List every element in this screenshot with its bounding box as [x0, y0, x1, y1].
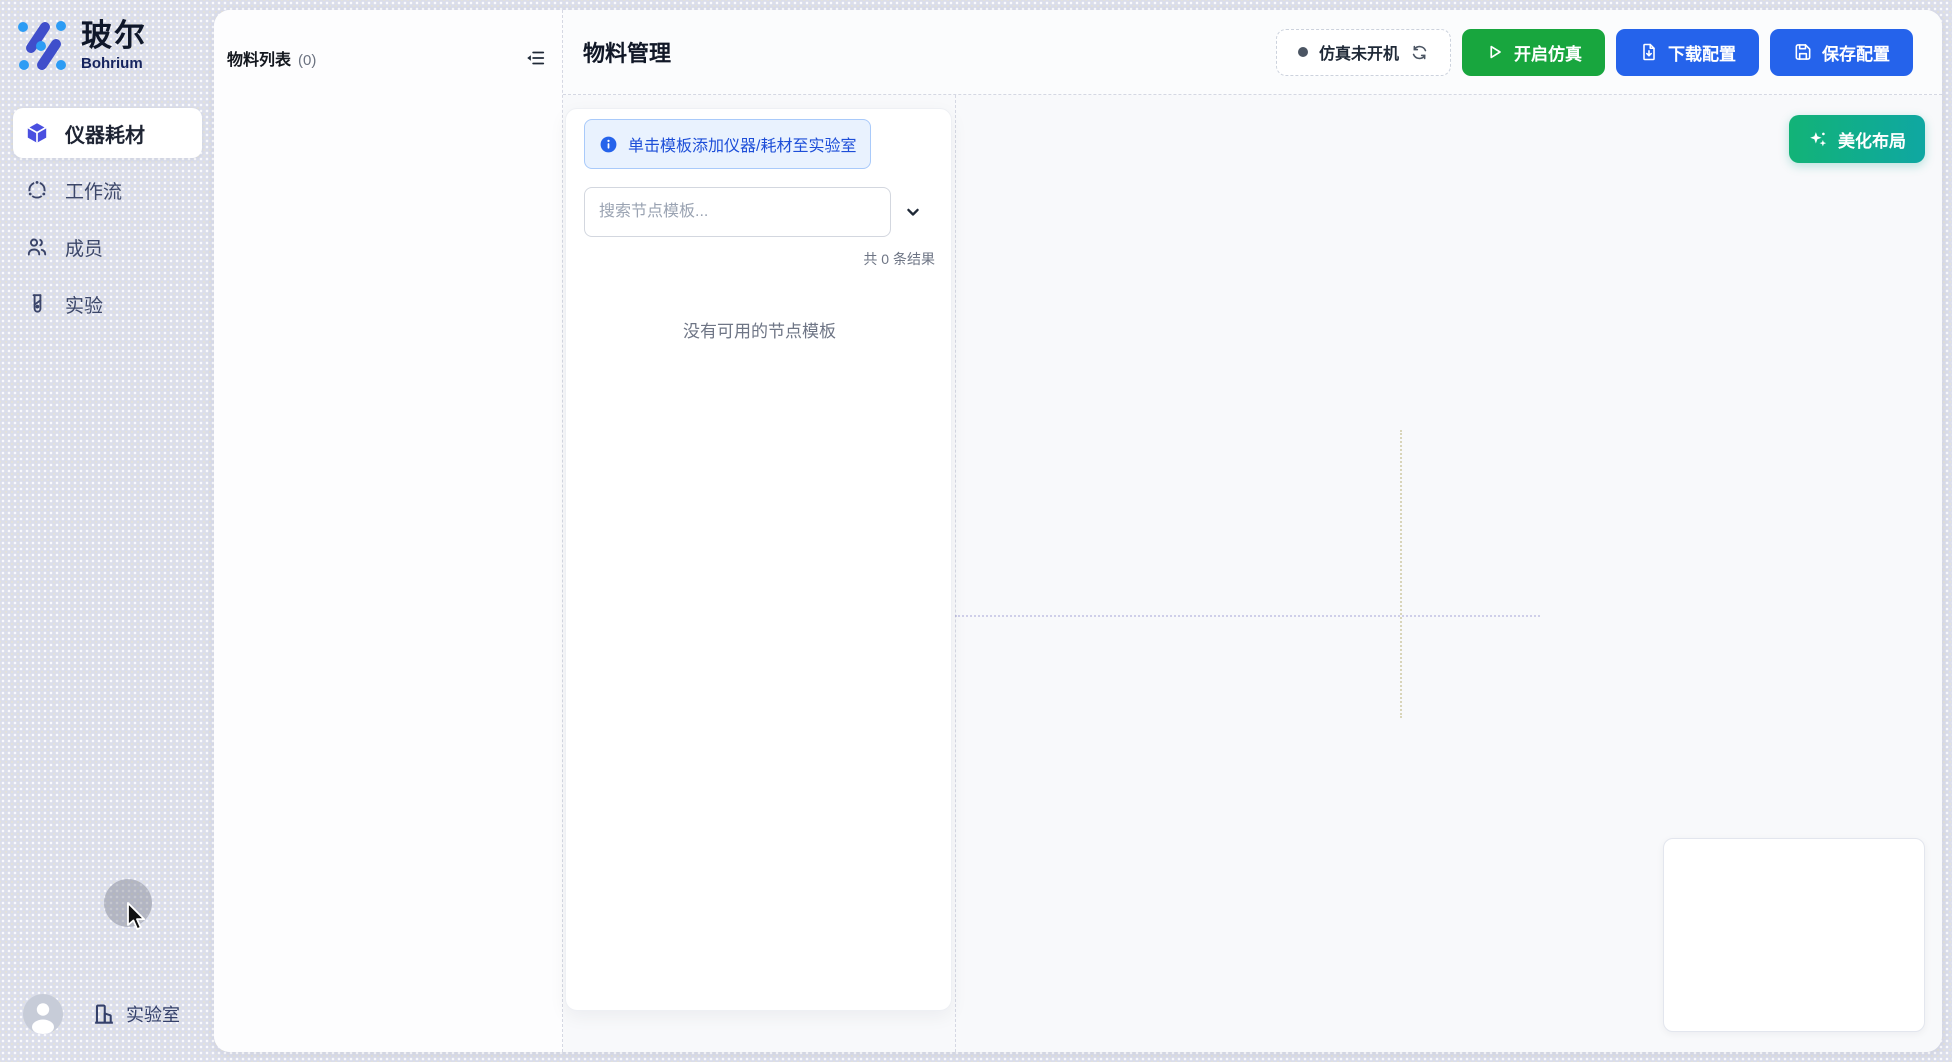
save-icon [1793, 42, 1813, 62]
sidebar-item-label: 工作流 [65, 177, 122, 204]
play-icon [1485, 42, 1505, 62]
node-template-panel: 单击模板添加仪器/耗材至实验室 共 0 条结果 没有可用的节点模板 [565, 108, 952, 1011]
chevron-down-icon[interactable] [891, 202, 935, 222]
sidebar-footer: 实验室 [23, 994, 180, 1034]
start-simulation-button[interactable]: 开启仿真 [1462, 29, 1605, 76]
brand-subtitle: Bohrium [81, 55, 147, 72]
sidebar-nav: 仪器耗材 工作流 成员 [13, 108, 202, 336]
test-tube-icon [25, 292, 49, 316]
status-dot-icon [1298, 47, 1308, 57]
main-area: 物料管理 仿真未开机 [563, 10, 1942, 1052]
sidebar-item-label: 仪器耗材 [65, 119, 145, 148]
info-icon [599, 135, 618, 154]
lab-switcher-label: 实验室 [126, 1001, 180, 1027]
cube-icon [25, 121, 49, 145]
content-card: 物料列表 (0) 物料管理 仿真未开机 [214, 10, 1942, 1052]
users-icon [25, 235, 49, 259]
lab-switcher[interactable]: 实验室 [91, 1001, 180, 1027]
empty-templates-text: 没有可用的节点模板 [584, 317, 935, 342]
indent-collapse-icon[interactable] [524, 47, 546, 69]
sidebar-item-instruments[interactable]: 仪器耗材 [13, 108, 202, 158]
canvas-helper-line-horizontal [955, 615, 1540, 617]
workflow-icon [25, 178, 49, 202]
mouse-cursor [126, 902, 150, 932]
template-search-row [584, 187, 935, 237]
canvas-boundary-line [955, 95, 956, 1052]
brand: 玻尔 Bohrium [15, 18, 147, 74]
sidebar-item-experiments[interactable]: 实验 [13, 279, 202, 329]
flow-canvas[interactable]: 单击模板添加仪器/耗材至实验室 共 0 条结果 没有可用的节点模板 [563, 95, 1942, 1052]
download-config-button[interactable]: 下载配置 [1616, 29, 1759, 76]
sparkles-icon [1808, 129, 1829, 150]
save-config-button[interactable]: 保存配置 [1770, 29, 1913, 76]
file-download-icon [1639, 42, 1659, 62]
building-icon [91, 1001, 117, 1027]
simulation-status-text: 仿真未开机 [1319, 40, 1399, 64]
brand-name: 玻尔 [81, 20, 147, 53]
user-avatar[interactable] [23, 994, 63, 1034]
canvas-helper-line-vertical [1400, 430, 1402, 718]
simulation-status-pill: 仿真未开机 [1276, 29, 1451, 76]
result-count: 共 0 条结果 [584, 249, 935, 269]
page-title: 物料管理 [583, 36, 671, 68]
hint-banner: 单击模板添加仪器/耗材至实验室 [584, 119, 871, 169]
material-list-header: 物料列表 (0) [214, 10, 562, 70]
header-actions: 仿真未开机 [1276, 29, 1913, 76]
material-list-count: (0) [298, 52, 316, 69]
hint-banner-text: 单击模板添加仪器/耗材至实验室 [628, 132, 856, 156]
sidebar-item-workflow[interactable]: 工作流 [13, 165, 202, 215]
search-input[interactable] [584, 187, 891, 237]
beautify-layout-button[interactable]: 美化布局 [1789, 115, 1925, 163]
sidebar-item-members[interactable]: 成员 [13, 222, 202, 272]
sidebar-item-label: 成员 [65, 234, 103, 261]
canvas-minimap[interactable] [1663, 838, 1925, 1032]
material-list-title: 物料列表 [227, 46, 291, 70]
material-list-panel: 物料列表 (0) [214, 10, 563, 1052]
refresh-icon[interactable] [1410, 43, 1429, 62]
bohrium-logo-icon [15, 18, 71, 74]
main-header: 物料管理 仿真未开机 [563, 10, 1942, 95]
sidebar-item-label: 实验 [65, 291, 103, 318]
